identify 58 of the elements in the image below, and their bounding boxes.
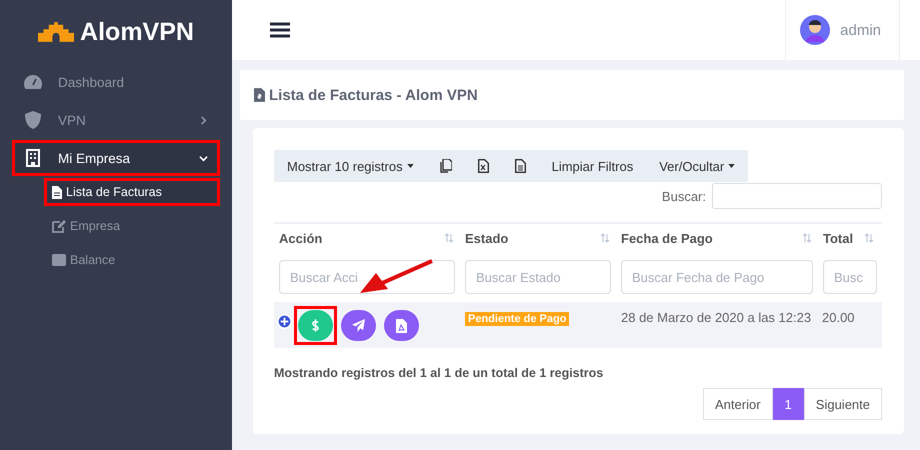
copy-icon — [440, 159, 452, 173]
search-field[interactable] — [712, 183, 882, 209]
sort-icon — [600, 233, 610, 243]
pdf-file-icon — [396, 318, 407, 332]
pagination-button[interactable]: Siguiente — [804, 388, 882, 420]
column-header[interactable]: Estado — [460, 224, 616, 252]
column-header[interactable]: Acción — [274, 224, 460, 252]
edit-icon — [52, 220, 66, 232]
invoice-icon — [254, 88, 265, 102]
pagination-button[interactable]: Anterior — [703, 388, 773, 420]
shield-icon — [24, 111, 42, 129]
clear-filters-button[interactable]: Limpiar Filtros — [538, 150, 646, 182]
dollar-icon — [312, 319, 319, 332]
send-button[interactable] — [341, 310, 376, 341]
search-label: Buscar: — [662, 188, 706, 204]
sort-icon — [444, 233, 454, 243]
expand-row-icon[interactable] — [277, 314, 292, 329]
pdf-button[interactable] — [384, 310, 419, 341]
column-filter-field[interactable]: Buscar Fecha de Pago — [621, 260, 813, 294]
file-icon — [52, 186, 62, 198]
nav-item[interactable]: VPN — [12, 102, 220, 138]
column-filter-field[interactable]: Busc — [823, 260, 877, 294]
column-header[interactable]: Total — [818, 224, 880, 252]
wallet-icon — [52, 254, 66, 266]
submenu-item[interactable]: Empresa — [44, 212, 220, 240]
column-header[interactable]: Fecha de Pago — [616, 224, 818, 252]
nav-label: VPN — [58, 112, 87, 128]
castle-logo-icon — [38, 22, 74, 42]
table-cell-text: 20.00 — [821, 309, 856, 327]
nav-label: Dashboard — [58, 74, 126, 90]
menu-icon[interactable] — [270, 22, 290, 38]
paper-plane-icon — [352, 319, 365, 332]
chevron-right-icon — [199, 116, 208, 124]
nav-item[interactable]: Dashboard — [12, 64, 220, 100]
column-filter-field[interactable]: Buscar Acci — [279, 260, 455, 294]
dropdown-button[interactable]: Mostrar 10 registros — [274, 150, 427, 182]
caret-icon — [728, 164, 736, 168]
dropdown-button[interactable]: Ver/Ocultar — [646, 150, 748, 182]
page-title: Lista de Facturas - Alom VPN — [269, 86, 478, 104]
spreadsheet-file-icon — [478, 159, 489, 173]
sort-icon — [864, 233, 874, 243]
gauge-icon — [24, 75, 42, 89]
status-badge: Pendiente de Pago — [465, 312, 570, 326]
table-cell-text: 28 de Marzo de 2020 a las 12:23 — [620, 309, 812, 327]
submenu-item[interactable]: Balance — [44, 246, 220, 274]
sort-icon — [802, 233, 812, 243]
avatar-icon — [800, 15, 830, 45]
text-file-icon — [514, 159, 526, 173]
pagination-button[interactable]: 1 — [772, 388, 804, 420]
building-icon — [24, 149, 42, 167]
column-filter-field[interactable]: Buscar Estado — [465, 260, 611, 294]
submenu-item[interactable]: Lista de Facturas — [44, 178, 220, 206]
brand-name: AlomVPN — [80, 18, 194, 46]
nav-item[interactable]: Mi Empresa — [12, 140, 220, 176]
chevron-down-icon — [199, 154, 208, 162]
records-info: Mostrando registros del 1 al 1 de un total de 1 registros — [274, 366, 604, 380]
nav-label: Mi Empresa — [58, 150, 132, 166]
caret-icon — [406, 164, 414, 168]
